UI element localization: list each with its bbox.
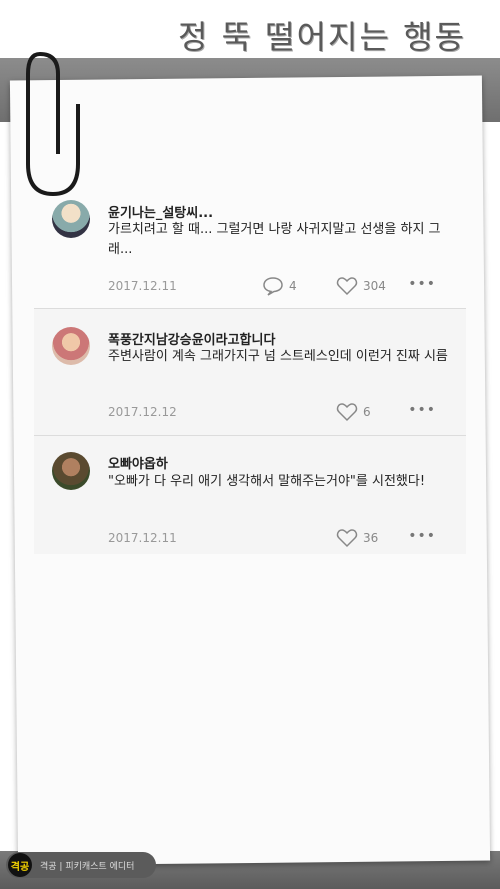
comment-author[interactable]: 윤기나는_설탕씨... (108, 202, 213, 221)
reply-count: 4 (289, 279, 297, 293)
comment-text: 가르치려고 할 때... 그럴거면 나랑 사귀지말고 선생을 하지 그래... (108, 222, 441, 257)
watermark-text: 격공 | 피키캐스트 에디터 (40, 861, 135, 872)
watermark-logo: 격공 (8, 853, 32, 877)
heart-icon (336, 529, 358, 548)
avatar[interactable] (52, 200, 90, 238)
heart-icon (336, 403, 358, 422)
like-button[interactable]: 304 (336, 276, 386, 296)
more-options-icon[interactable]: ••• (408, 528, 436, 544)
like-button[interactable]: 6 (336, 402, 371, 422)
comment-card-3: 오빠야옵하 "오빠가 다 우리 애기 생각해서 말해주는거야"를 시전했다! 2… (34, 436, 466, 554)
comment-icon (263, 277, 283, 296)
like-count: 36 (363, 531, 379, 545)
paperclip-icon (26, 52, 80, 197)
comment-text: 주변사람이 계속 그래가지구 넘 스트레스인데 이런거 진짜 시름 (108, 349, 448, 364)
comment-card-1: 윤기나는_설탕씨... 가르치려고 할 때... 그럴거면 나랑 사귀지말고 선… (34, 190, 466, 308)
like-button[interactable]: 36 (336, 528, 378, 548)
reply-button[interactable]: 4 (262, 276, 297, 296)
like-count: 304 (363, 279, 386, 293)
comment-card-2: 폭풍간지남강승윤이라고합니다 주변사람이 계속 그래가지구 넘 스트레스인데 이… (34, 309, 466, 435)
like-count: 6 (363, 405, 371, 419)
more-options-icon[interactable]: ••• (408, 276, 436, 292)
avatar[interactable] (52, 327, 90, 365)
comment-author[interactable]: 오빠야옵하 (108, 453, 168, 472)
page-title: 정 뚝 떨어지는 행동 (177, 18, 466, 56)
more-options-icon[interactable]: ••• (408, 402, 436, 418)
watermark: 격공 격공 | 피키캐스트 에디터 (6, 852, 156, 878)
heart-icon (336, 277, 358, 296)
comment-date: 2017.12.12 (108, 405, 177, 419)
comment-text: "오빠가 다 우리 애기 생각해서 말해주는거야"를 시전했다! (108, 474, 426, 489)
comment-author[interactable]: 폭풍간지남강승윤이라고합니다 (108, 329, 275, 348)
avatar[interactable] (52, 452, 90, 490)
comment-date: 2017.12.11 (108, 531, 177, 545)
comment-date: 2017.12.11 (108, 279, 177, 293)
